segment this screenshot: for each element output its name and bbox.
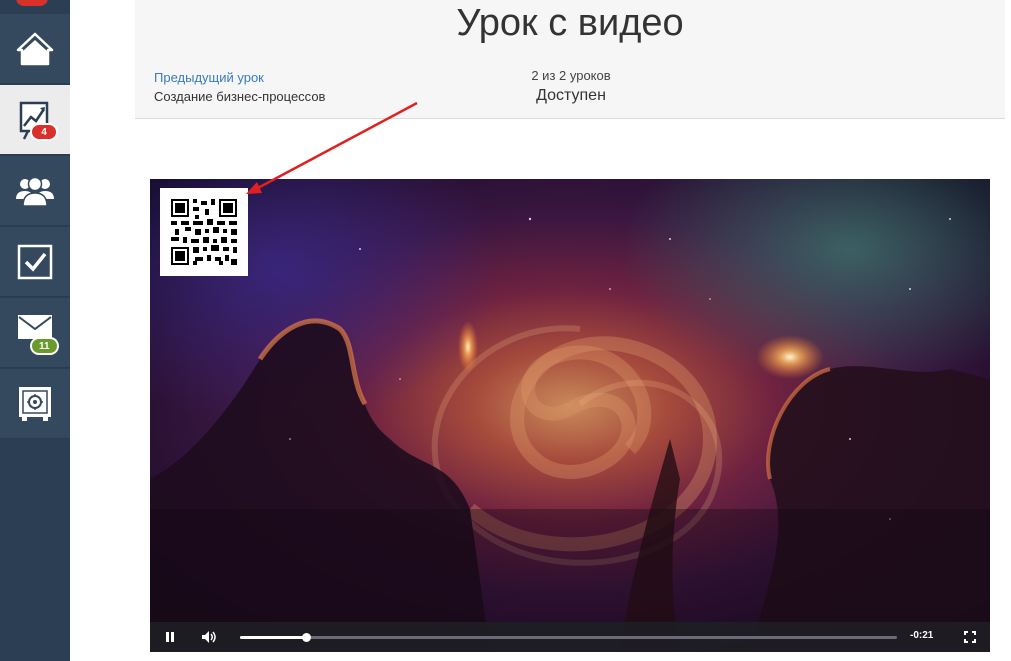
messages-badge: 11 xyxy=(30,337,59,355)
progress-handle[interactable] xyxy=(301,633,311,642)
courses-badge: 4 xyxy=(30,123,58,141)
progress-bar[interactable] xyxy=(240,633,897,642)
sidebar-item-tasks[interactable] xyxy=(0,227,70,297)
sidebar-item-home[interactable] xyxy=(0,14,70,84)
time-remaining: -0:21 xyxy=(910,630,934,641)
previous-lesson-link[interactable]: Предыдущий урок xyxy=(154,70,264,85)
lesson-status: Доступен xyxy=(536,87,606,104)
video-player[interactable]: -0:21 xyxy=(150,179,990,652)
home-icon xyxy=(16,32,54,65)
progress-played xyxy=(240,636,306,639)
video-controls: -0:21 xyxy=(150,622,990,652)
sidebar-item-messages[interactable]: 11 xyxy=(0,298,70,368)
sidebar-item-courses[interactable]: 4 xyxy=(0,85,70,155)
top-notification-badge[interactable] xyxy=(16,0,48,6)
checkbox-icon xyxy=(17,244,53,279)
pause-button[interactable] xyxy=(162,629,178,645)
fullscreen-icon xyxy=(964,631,976,643)
sidebar-item-safe[interactable] xyxy=(0,369,70,439)
qr-code xyxy=(160,188,248,276)
previous-lesson-name: Создание бизнес-процессов xyxy=(154,89,326,104)
fullscreen-button[interactable] xyxy=(962,629,978,645)
qr-code-icon xyxy=(171,199,237,265)
page-title: Урок с видео xyxy=(456,2,684,44)
sidebar-item-users[interactable] xyxy=(0,156,70,226)
users-icon xyxy=(16,176,54,207)
sidebar: 4 11 xyxy=(0,0,70,661)
volume-button[interactable] xyxy=(201,629,217,645)
video-frame-nebula[interactable] xyxy=(150,179,990,652)
lesson-counter: 2 из 2 уроков xyxy=(531,68,611,83)
safe-icon xyxy=(19,386,51,421)
volume-icon xyxy=(202,631,216,643)
lesson-header: Урок с видео Предыдущий урок Создание би… xyxy=(135,0,1005,119)
pause-icon xyxy=(166,632,174,642)
